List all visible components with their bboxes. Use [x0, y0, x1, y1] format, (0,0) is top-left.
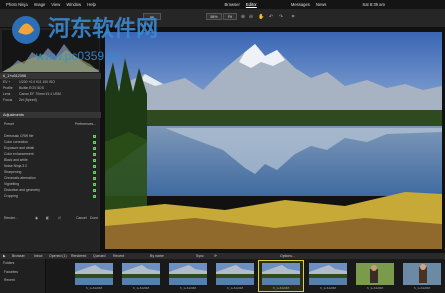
sync-button[interactable]: Sync	[196, 254, 204, 258]
play-icon[interactable]: ▶	[3, 254, 6, 258]
site-watermark: 河东软件网 www.pc0359.cn	[12, 16, 158, 63]
zoom-in-icon[interactable]: ⊕	[240, 14, 246, 20]
filmstrip-toolbar: ▶ Browser Inbox Opened (1) Rendered Queu…	[0, 252, 445, 259]
filmstrip: 6_1+6120M 6_1+6120M 6_1+6120M 6_1+6120M …	[45, 259, 445, 293]
checkbox[interactable]	[93, 171, 96, 174]
adjustment-item[interactable]: Cropping	[4, 194, 96, 199]
checkbox[interactable]	[93, 147, 96, 150]
checkbox[interactable]	[93, 195, 96, 198]
checkbox[interactable]	[93, 183, 96, 186]
checkbox[interactable]	[93, 159, 96, 162]
render-controls: Render... ◉ ◧ ↺ Cancel Done	[4, 216, 99, 221]
preset-row: Preset Preferences...	[4, 122, 96, 127]
tab-rendered[interactable]: Rendered	[71, 254, 86, 258]
adjustment-item[interactable]: Chromatic aberration	[4, 176, 96, 181]
adjustments-header[interactable]: Adjustments	[0, 112, 101, 118]
thumbnail[interactable]: 6_1+6120M	[119, 261, 163, 291]
svg-text:河东软件网: 河东软件网	[48, 16, 158, 42]
zoom-out-icon[interactable]: ⊖	[248, 14, 254, 20]
options-button[interactable]: Options...	[280, 254, 295, 258]
menu-image[interactable]: Image	[34, 2, 46, 7]
checkbox[interactable]	[93, 165, 96, 168]
folders-title: Folders	[3, 261, 15, 265]
info-row-exposure: EV +1/200 +0.0 f/11 100 ISO	[3, 80, 55, 84]
folder-favorites[interactable]: Favorites	[4, 270, 18, 274]
thumbnail[interactable]: 6_1+6120M	[306, 261, 350, 291]
thumbnail[interactable]: 6_1+6120M	[400, 261, 444, 291]
thumbnail[interactable]: 6_1+6120M	[353, 261, 397, 291]
thumbnail[interactable]: 6_1+6120M	[213, 261, 257, 291]
thumbnail-selected[interactable]: 6_1+6120M	[258, 260, 304, 292]
crop-icon[interactable]: ⌗	[290, 14, 296, 20]
checkbox[interactable]	[93, 189, 96, 192]
mode-browser[interactable]: Browser	[225, 2, 240, 7]
menu-help[interactable]: Help	[87, 2, 96, 7]
clock: Sat 8:39 am	[362, 2, 385, 7]
app-menu[interactable]: Photo Ninja	[6, 2, 28, 7]
done-button[interactable]: Done	[90, 216, 98, 221]
tab-queued[interactable]: Queued	[93, 254, 105, 258]
folders-panel: Folders Favorites Recent	[0, 259, 45, 293]
checkbox[interactable]	[93, 141, 96, 144]
rotate-left-icon[interactable]: ↶	[268, 14, 274, 20]
mode-editor[interactable]: Editor	[246, 2, 257, 7]
adjustment-item[interactable]: Exposure and detail	[4, 146, 96, 151]
adjustment-item[interactable]: Sharpening	[4, 170, 96, 175]
checkbox[interactable]	[93, 153, 96, 156]
adjustment-item[interactable]: Demosaic CRW file	[4, 134, 96, 139]
info-row-profile: Profile Builtin EOS 5DS	[3, 86, 44, 90]
checkbox[interactable]	[93, 177, 96, 180]
eye-icon[interactable]: ◉	[35, 216, 38, 221]
adjustment-item[interactable]: Distortion and geometry	[4, 188, 96, 193]
tab-browser[interactable]: Browser	[12, 254, 25, 258]
checkbox[interactable]	[93, 135, 96, 138]
folder-recent[interactable]: Recent	[4, 278, 15, 282]
render-button[interactable]: Render...	[4, 216, 18, 220]
menu-window[interactable]: Window	[66, 2, 81, 7]
rotate-right-icon[interactable]: ↷	[278, 14, 284, 20]
menu-news[interactable]: News	[316, 2, 326, 7]
thumbnail[interactable]: 6_1+6120M	[166, 261, 210, 291]
svg-text:www.pc0359.cn: www.pc0359.cn	[35, 49, 120, 63]
menu-messages[interactable]: Messages	[291, 2, 310, 7]
adjustment-item[interactable]: Color correction	[4, 140, 96, 145]
sort-dropdown[interactable]: By name	[150, 254, 164, 258]
tab-inbox[interactable]: Inbox	[34, 254, 43, 258]
cancel-button[interactable]: Cancel	[76, 216, 87, 221]
file-info-header[interactable]: 6_1+c612396	[0, 73, 101, 79]
adjustment-item[interactable]: Black and white	[4, 158, 96, 163]
adjustment-item[interactable]: Color enhancement	[4, 152, 96, 157]
adjustment-item[interactable]: Vignetting	[4, 182, 96, 187]
hand-tool-icon[interactable]: ✋	[258, 14, 264, 20]
preset-dropdown[interactable]: Preferences...	[75, 122, 96, 127]
info-row-lens: Lens Canon EF 70mm f/1.4 USM	[3, 92, 61, 96]
menu-view[interactable]: View	[51, 2, 60, 7]
zoom-fit[interactable]: Fit	[223, 13, 237, 20]
undo-icon[interactable]: ↺	[58, 216, 61, 221]
thumbnail[interactable]: 6_1+6120M	[72, 261, 116, 291]
tab-opened[interactable]: Opened (1)	[49, 254, 67, 258]
refresh-icon[interactable]: ⟳	[214, 254, 217, 258]
compare-icon[interactable]: ◧	[46, 216, 49, 221]
info-row-focus: Focus Zel (Speed)	[3, 98, 37, 102]
adjustment-item[interactable]: Noise Ninja 3.0	[4, 164, 96, 169]
tab-recent[interactable]: Recent	[113, 254, 124, 258]
